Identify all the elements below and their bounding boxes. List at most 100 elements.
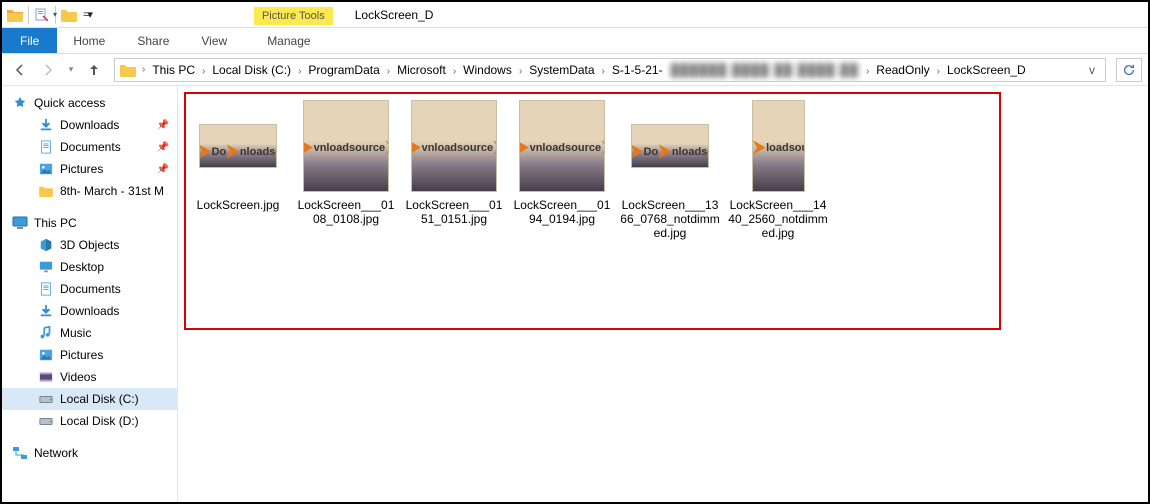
tab-view[interactable]: View <box>185 28 243 53</box>
pin-icon: 📌 <box>157 142 169 153</box>
file-item[interactable]: ⮞Do⮞nloadsource⮞LockScreen___1366_0768_n… <box>618 96 722 242</box>
3d-icon <box>38 237 54 253</box>
chevron-right-icon[interactable]: › <box>295 66 304 77</box>
folder-icon <box>38 183 54 199</box>
sidebar-item-label: Downloads <box>60 304 119 318</box>
separator <box>28 6 29 24</box>
sidebar-item[interactable]: Downloads📌 <box>2 114 177 136</box>
sidebar-item-label: 8th- March - 31st M <box>60 184 164 198</box>
file-label: LockScreen___0108_0108.jpg <box>296 198 396 226</box>
sidebar-item[interactable]: Pictures📌 <box>2 158 177 180</box>
breadcrumb-segment[interactable]: Microsoft <box>393 63 450 77</box>
file-thumbnail: ⮞loadsourc⮞ <box>728 98 828 194</box>
download-icon <box>38 117 54 133</box>
title-bar: ▾ =▾ Picture Tools LockScreen_D <box>2 2 1148 28</box>
chevron-right-icon[interactable]: › <box>450 66 459 77</box>
file-item[interactable]: ⮞loadsourc⮞LockScreen___1440_2560_notdim… <box>726 96 830 242</box>
quick-access-toolbar: ▾ =▾ <box>2 6 98 24</box>
navigation-row: ▾ › This PC›Local Disk (C:)›ProgramData›… <box>2 54 1148 86</box>
doc-icon <box>38 139 54 155</box>
sidebar-item[interactable]: 3D Objects <box>2 234 177 256</box>
file-label: LockScreen___1440_2560_notdimmed.jpg <box>728 198 828 240</box>
chevron-right-icon[interactable]: › <box>934 66 943 77</box>
forward-button[interactable] <box>36 58 60 82</box>
file-grid: ⮞Do⮞nloadsource⮞LockScreen.jpg⮞vnloadsou… <box>186 96 1140 242</box>
file-item[interactable]: ⮞vnloadsource⮞ LockScreen___0108_0108.jpg <box>294 96 398 228</box>
qat-dropdown-icon[interactable]: =▾ <box>80 8 94 21</box>
sidebar-item[interactable]: Local Disk (D:) <box>2 410 177 432</box>
sidebar-item[interactable]: Videos <box>2 366 177 388</box>
download-icon <box>38 303 54 319</box>
address-bar[interactable]: › This PC›Local Disk (C:)›ProgramData›Mi… <box>114 58 1106 82</box>
sidebar-item[interactable]: Local Disk (C:) <box>2 388 177 410</box>
sidebar-item-label: Pictures <box>60 348 103 362</box>
file-label: LockScreen___0194_0194.jpg <box>512 198 612 226</box>
file-item[interactable]: ⮞Do⮞nloadsource⮞LockScreen.jpg <box>186 96 290 214</box>
breadcrumb-segment[interactable]: S-1-5-21- <box>608 63 667 77</box>
back-button[interactable] <box>8 58 32 82</box>
file-item[interactable]: ⮞vnloadsource⮞LockScreen___0194_0194.jpg <box>510 96 614 228</box>
window-title: LockScreen_D <box>355 8 434 22</box>
sidebar-item-label: Music <box>60 326 91 340</box>
sidebar-network[interactable]: Network <box>2 442 177 464</box>
breadcrumb-segment[interactable]: ReadOnly <box>872 63 933 77</box>
tab-home[interactable]: Home <box>57 28 121 53</box>
sidebar-this-pc[interactable]: This PC <box>2 212 177 234</box>
breadcrumb-segment[interactable]: This PC <box>148 63 199 77</box>
chevron-right-icon[interactable]: › <box>863 66 872 77</box>
tab-share[interactable]: Share <box>121 28 185 53</box>
chevron-right-icon[interactable]: › <box>384 66 393 77</box>
contextual-tab-label: Picture Tools <box>254 8 333 22</box>
breadcrumb-segment[interactable]: Windows <box>459 63 516 77</box>
sidebar-label: Network <box>34 446 78 460</box>
file-thumbnail: ⮞Do⮞nloadsource⮞ <box>620 98 720 194</box>
sidebar-item[interactable]: Desktop <box>2 256 177 278</box>
recent-locations-button[interactable]: ▾ <box>64 58 78 82</box>
chevron-right-icon[interactable]: › <box>199 66 208 77</box>
sidebar-item-label: Local Disk (D:) <box>60 414 139 428</box>
sidebar-item[interactable]: Documents <box>2 278 177 300</box>
address-dropdown-icon[interactable]: v <box>1083 63 1101 77</box>
sidebar-item[interactable]: Documents 📌 <box>2 136 177 158</box>
file-label: LockScreen.jpg <box>197 198 280 212</box>
file-label: LockScreen___1366_0768_notdimmed.jpg <box>620 198 720 240</box>
pc-icon <box>12 215 28 231</box>
pin-icon: 📌 <box>157 120 169 131</box>
tab-file[interactable]: File <box>2 28 57 53</box>
tab-manage[interactable]: Manage <box>251 28 326 53</box>
disk-icon <box>38 413 54 429</box>
up-button[interactable] <box>82 58 106 82</box>
chevron-right-icon[interactable]: › <box>516 66 525 77</box>
desktop-icon <box>38 259 54 275</box>
chevron-right-icon[interactable]: › <box>599 66 608 77</box>
properties-icon[interactable]: ▾ <box>33 7 51 23</box>
sidebar-item-label: Videos <box>60 370 96 384</box>
sidebar-label: This PC <box>34 216 77 230</box>
sidebar-item[interactable]: Downloads <box>2 300 177 322</box>
breadcrumb-segment[interactable]: LockScreen_D <box>943 63 1030 77</box>
pin-icon: 📌 <box>157 164 169 175</box>
breadcrumb-redacted: ██████ ████ ██ ████ ██ <box>667 63 863 77</box>
sidebar-item[interactable]: Music <box>2 322 177 344</box>
main-area: Quick access Downloads📌Documents📌Picture… <box>2 86 1148 502</box>
sidebar-item-label: Documents <box>60 140 121 154</box>
network-icon <box>12 445 28 461</box>
breadcrumb-segment[interactable]: SystemData <box>525 63 598 77</box>
refresh-button[interactable] <box>1116 58 1142 82</box>
breadcrumb-segment[interactable]: Local Disk (C:) <box>208 63 295 77</box>
file-thumbnail: ⮞vnloadsource⮞ <box>296 98 396 194</box>
chevron-right-icon[interactable]: › <box>139 64 148 75</box>
sidebar-quick-access[interactable]: Quick access <box>2 92 177 114</box>
new-folder-icon[interactable] <box>60 7 78 23</box>
sidebar-item[interactable]: Pictures <box>2 344 177 366</box>
doc-icon <box>38 281 54 297</box>
sidebar-item-label: Desktop <box>60 260 104 274</box>
music-icon <box>38 325 54 341</box>
content-pane[interactable]: ⮞Do⮞nloadsource⮞LockScreen.jpg⮞vnloadsou… <box>178 86 1148 502</box>
pic-icon <box>38 347 54 363</box>
disk-icon <box>38 391 54 407</box>
folder-app-icon <box>6 7 24 23</box>
breadcrumb-segment[interactable]: ProgramData <box>304 63 383 77</box>
sidebar-item[interactable]: 8th- March - 31st M <box>2 180 177 202</box>
file-item[interactable]: ⮞vnloadsource⮞LockScreen___0151_0151.jpg <box>402 96 506 228</box>
